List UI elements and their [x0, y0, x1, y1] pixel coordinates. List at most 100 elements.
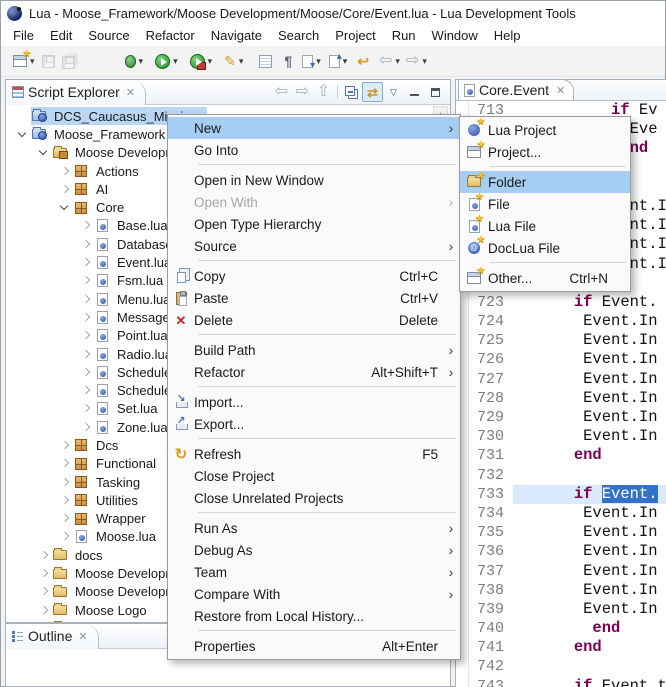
submenu-item-folder[interactable]: ★Folder: [460, 171, 630, 193]
menubar-item-project[interactable]: Project: [327, 26, 383, 45]
close-icon[interactable]: ✕: [126, 86, 135, 99]
dropdown-caret-icon[interactable]: ▾: [239, 56, 244, 67]
tab-script-explorer[interactable]: Script Explorer ✕: [6, 80, 146, 105]
menubar-item-search[interactable]: Search: [270, 26, 327, 45]
submenu-item-lua-file[interactable]: ★Lua File: [460, 215, 630, 237]
previous-annotation-button[interactable]: ▾: [328, 49, 349, 73]
menu-item-close-unrelated-projects[interactable]: Close Unrelated Projects: [168, 487, 460, 509]
menubar-item-edit[interactable]: Edit: [42, 26, 80, 45]
maximize-button[interactable]: [425, 82, 446, 102]
collapsed-chevron-icon[interactable]: [58, 511, 73, 526]
menu-item-compare-with[interactable]: Compare With›: [168, 583, 460, 605]
expanded-chevron-icon[interactable]: [16, 127, 31, 142]
tab-core-event[interactable]: Core.Event ✕: [458, 79, 574, 100]
view-menu-button[interactable]: ▽: [383, 82, 404, 102]
collapsed-chevron-icon[interactable]: [37, 548, 52, 563]
collapsed-chevron-icon[interactable]: [79, 383, 94, 398]
run-external-button[interactable]: ▾: [189, 49, 214, 73]
menubar-item-window[interactable]: Window: [424, 26, 486, 45]
menu-item-debug-as[interactable]: Debug As›: [168, 539, 460, 561]
collapsed-chevron-icon[interactable]: [58, 529, 73, 544]
menu-item-import[interactable]: Import...: [168, 391, 460, 413]
menu-item-properties[interactable]: PropertiesAlt+Enter: [168, 635, 460, 657]
menubar-item-help[interactable]: Help: [486, 26, 529, 45]
collapsed-chevron-icon[interactable]: [79, 328, 94, 343]
menubar-item-file[interactable]: File: [5, 26, 42, 45]
collapsed-chevron-icon[interactable]: [37, 603, 52, 618]
menu-item-refresh[interactable]: ↻RefreshF5: [168, 443, 460, 465]
new-wizard-button[interactable]: ★▾: [12, 49, 36, 73]
mark-occurrences-button[interactable]: ✎▾: [223, 49, 244, 73]
explorer-up-button[interactable]: ⇧: [313, 82, 334, 102]
collapsed-chevron-icon[interactable]: [58, 438, 73, 453]
collapsed-chevron-icon[interactable]: [79, 310, 94, 325]
collapsed-chevron-icon[interactable]: [79, 237, 94, 252]
collapsed-chevron-icon[interactable]: [79, 218, 94, 233]
dropdown-caret-icon[interactable]: ▾: [422, 56, 427, 67]
expanded-chevron-icon[interactable]: [58, 200, 73, 215]
menu-item-run-as[interactable]: Run As›: [168, 517, 460, 539]
menu-item-open-in-new-window[interactable]: Open in New Window: [168, 169, 460, 191]
menu-item-close-project[interactable]: Close Project: [168, 465, 460, 487]
collapsed-chevron-icon[interactable]: [58, 456, 73, 471]
show-paragraph-button[interactable]: ¶: [283, 49, 293, 73]
collapsed-chevron-icon[interactable]: [58, 475, 73, 490]
collapsed-chevron-icon[interactable]: [79, 273, 94, 288]
menu-item-delete[interactable]: ✕DeleteDelete: [168, 309, 460, 331]
collapsed-chevron-icon[interactable]: [58, 182, 73, 197]
menu-item-paste[interactable]: PasteCtrl+V: [168, 287, 460, 309]
dropdown-caret-icon[interactable]: ▾: [208, 56, 213, 67]
submenu-item-lua-project[interactable]: ★Lua Project: [460, 119, 630, 141]
link-with-editor-button[interactable]: ⇄: [362, 82, 383, 102]
collapsed-chevron-icon[interactable]: [58, 164, 73, 179]
submenu-item-other[interactable]: ★Other...Ctrl+N: [460, 267, 630, 289]
submenu-item-project[interactable]: ★Project...: [460, 141, 630, 163]
submenu-item-file[interactable]: ★File: [460, 193, 630, 215]
minimize-button[interactable]: [404, 82, 425, 102]
close-icon[interactable]: ✕: [78, 630, 87, 643]
menubar-item-run[interactable]: Run: [384, 26, 424, 45]
next-annotation-button[interactable]: ▾: [301, 49, 322, 73]
collapsed-chevron-icon[interactable]: [58, 493, 73, 508]
menu-item-team[interactable]: Team›: [168, 561, 460, 583]
collapse-all-button[interactable]: [341, 82, 362, 102]
last-edit-location-button[interactable]: ↩: [356, 49, 370, 73]
menubar-item-navigate[interactable]: Navigate: [203, 26, 270, 45]
submenu-item-doclua-file[interactable]: ★DocLua File: [460, 237, 630, 259]
menu-item-restore-from-local-history[interactable]: Restore from Local History...: [168, 605, 460, 627]
dropdown-caret-icon[interactable]: ▾: [343, 56, 348, 67]
menu-item-build-path[interactable]: Build Path›: [168, 339, 460, 361]
expanded-chevron-icon[interactable]: [37, 145, 52, 160]
collapsed-chevron-icon[interactable]: [79, 420, 94, 435]
collapsed-chevron-icon[interactable]: [37, 621, 52, 622]
dropdown-caret-icon[interactable]: ▾: [173, 56, 178, 67]
tab-outline[interactable]: Outline ✕: [6, 624, 99, 649]
menu-item-go-into[interactable]: Go Into: [168, 139, 460, 161]
dropdown-caret-icon[interactable]: ▾: [316, 56, 321, 67]
menu-item-source[interactable]: Source›: [168, 235, 460, 257]
show-whitespace-button[interactable]: [258, 49, 273, 73]
menu-item-copy[interactable]: CopyCtrl+C: [168, 265, 460, 287]
forward-button[interactable]: ⇨▾: [405, 49, 428, 73]
back-button[interactable]: ⇦▾: [378, 49, 401, 73]
collapsed-chevron-icon[interactable]: [79, 292, 94, 307]
explorer-back-button[interactable]: ⇦: [271, 82, 292, 102]
collapsed-chevron-icon[interactable]: [79, 365, 94, 380]
menubar-item-source[interactable]: Source: [80, 26, 137, 45]
collapsed-chevron-icon[interactable]: [79, 401, 94, 416]
collapsed-chevron-icon[interactable]: [37, 584, 52, 599]
menu-item-new[interactable]: New›: [168, 117, 460, 139]
close-icon[interactable]: ✕: [556, 84, 565, 97]
explorer-forward-button[interactable]: ⇨: [292, 82, 313, 102]
dropdown-caret-icon[interactable]: ▾: [139, 56, 144, 67]
dropdown-caret-icon[interactable]: ▾: [395, 56, 400, 67]
collapsed-chevron-icon[interactable]: [79, 255, 94, 270]
debug-button[interactable]: ▾: [124, 49, 145, 73]
collapsed-chevron-icon[interactable]: [79, 347, 94, 362]
menu-item-export[interactable]: Export...: [168, 413, 460, 435]
menubar-item-refactor[interactable]: Refactor: [138, 26, 203, 45]
menu-item-refactor[interactable]: RefactorAlt+Shift+T›: [168, 361, 460, 383]
menu-item-open-type-hierarchy[interactable]: Open Type Hierarchy: [168, 213, 460, 235]
collapsed-chevron-icon[interactable]: [37, 566, 52, 581]
run-button[interactable]: ▾: [154, 49, 179, 73]
